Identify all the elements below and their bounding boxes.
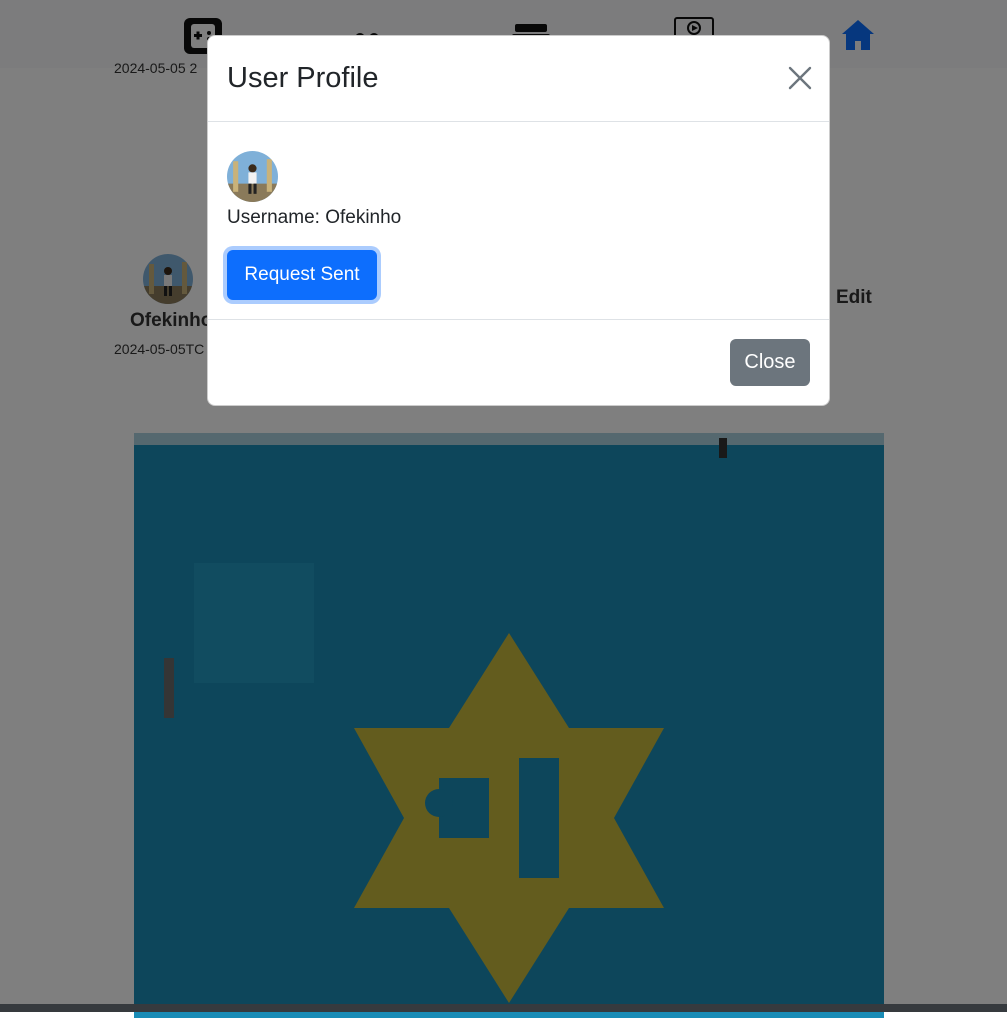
close-button[interactable]: Close <box>730 339 810 386</box>
profile-avatar <box>227 151 278 202</box>
modal-body: Username: Ofekinho Request Sent <box>208 122 829 320</box>
request-sent-button[interactable]: Request Sent <box>227 250 377 300</box>
modal-header: User Profile <box>208 36 829 122</box>
close-icon[interactable] <box>786 64 814 92</box>
modal-title: User Profile <box>227 62 379 94</box>
user-profile-modal: User Profile Username: Ofekinho Request … <box>207 35 830 406</box>
username-label: Username: Ofekinho <box>227 207 402 228</box>
